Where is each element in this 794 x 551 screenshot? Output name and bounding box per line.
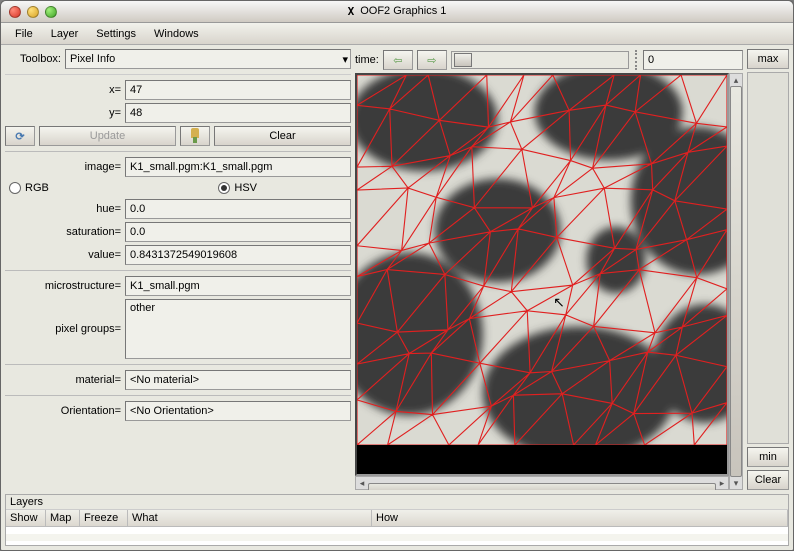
layers-body[interactable]	[6, 527, 788, 545]
menubar: File Layer Settings Windows	[1, 23, 793, 45]
v-scrollbar[interactable]: ▴ ▾	[729, 73, 743, 490]
col-map[interactable]: Map	[46, 510, 80, 526]
main-row: Toolbox: Pixel Info ▾ x= 47 y= 48 ⟳	[5, 49, 789, 490]
toolbox-label: Toolbox:	[5, 53, 61, 65]
menu-layer[interactable]: Layer	[43, 26, 87, 42]
y-label: y=	[5, 107, 121, 119]
update-button[interactable]: Update	[39, 126, 176, 146]
brush-button[interactable]	[180, 126, 210, 146]
x-label: x=	[5, 84, 121, 96]
menu-settings[interactable]: Settings	[88, 26, 144, 42]
menu-file[interactable]: File	[7, 26, 41, 42]
pixel-groups-label: pixel groups=	[5, 299, 121, 335]
time-value[interactable]: 0	[643, 50, 743, 70]
canvas-panel: time: ⇦ ⇨ 0	[355, 49, 743, 490]
canvas[interactable]: ↖	[355, 73, 729, 476]
orientation-label: Orientation=	[5, 405, 121, 417]
brush-icon	[187, 128, 203, 144]
arrow-right-icon: ⇨	[427, 54, 436, 67]
divider	[635, 50, 637, 70]
material-label: material=	[5, 374, 121, 386]
max-button[interactable]: max	[747, 49, 789, 69]
min-button[interactable]: min	[747, 447, 789, 467]
material-field: <No material>	[125, 370, 351, 390]
layers-header: Show Map Freeze What How	[6, 510, 788, 527]
x11-icon: X	[348, 5, 355, 18]
x-field[interactable]: 47	[125, 80, 351, 100]
scroll-right-icon[interactable]: ▸	[716, 477, 728, 489]
microstructure-label: microstructure=	[5, 280, 121, 292]
value-label: value=	[5, 249, 121, 261]
scroll-left-icon[interactable]: ◂	[356, 477, 368, 489]
col-how[interactable]: How	[372, 510, 788, 526]
chevron-down-icon: ▾	[342, 53, 348, 66]
app-window: X OOF2 Graphics 1 File Layer Settings Wi…	[0, 0, 794, 551]
time-controls: time: ⇦ ⇨ 0	[355, 49, 743, 71]
mesh-layer	[357, 75, 727, 445]
clear-button[interactable]: Clear	[214, 126, 351, 146]
refresh-button[interactable]: ⟳	[5, 126, 35, 146]
image-label: image=	[5, 161, 121, 173]
toolbox-panel: Toolbox: Pixel Info ▾ x= 47 y= 48 ⟳	[5, 49, 351, 490]
col-freeze[interactable]: Freeze	[80, 510, 128, 526]
menu-windows[interactable]: Windows	[146, 26, 207, 42]
arrow-left-icon: ⇦	[393, 54, 402, 67]
colorbar	[747, 72, 789, 444]
hue-field: 0.0	[125, 199, 351, 219]
rgb-radio[interactable]: RGB	[9, 182, 49, 194]
orientation-field: <No Orientation>	[125, 401, 351, 421]
layers-title: Layers	[6, 495, 788, 510]
scroll-down-icon[interactable]: ▾	[730, 477, 742, 489]
scroll-up-icon[interactable]: ▴	[730, 74, 742, 86]
hsv-radio[interactable]: HSV	[218, 182, 257, 194]
cursor-icon: ↖	[553, 294, 565, 311]
saturation-field: 0.0	[125, 222, 351, 242]
h-scrollbar[interactable]: ◂ ▸	[355, 476, 729, 490]
hue-label: hue=	[5, 203, 121, 215]
col-show[interactable]: Show	[6, 510, 46, 526]
pixel-groups-field: other	[125, 299, 351, 359]
time-prev-button[interactable]: ⇦	[383, 50, 413, 70]
refresh-icon: ⟳	[15, 130, 24, 143]
image-field: K1_small.pgm:K1_small.pgm	[125, 157, 351, 177]
time-slider[interactable]	[451, 51, 629, 69]
time-label: time:	[355, 54, 379, 66]
microstructure-field: K1_small.pgm	[125, 276, 351, 296]
saturation-label: saturation=	[5, 226, 121, 238]
contour-clear-button[interactable]: Clear	[747, 470, 789, 490]
layers-panel: Layers Show Map Freeze What How	[5, 494, 789, 546]
window-title: X OOF2 Graphics 1	[1, 5, 793, 18]
value-field: 0.8431372549019608	[125, 245, 351, 265]
contour-panel: max min Clear	[747, 49, 789, 490]
content-area: Toolbox: Pixel Info ▾ x= 47 y= 48 ⟳	[1, 45, 793, 550]
slider-thumb[interactable]	[454, 53, 472, 67]
y-field[interactable]: 48	[125, 103, 351, 123]
col-what[interactable]: What	[128, 510, 372, 526]
toolbox-select[interactable]: Pixel Info ▾	[65, 49, 351, 69]
titlebar[interactable]: X OOF2 Graphics 1	[1, 1, 793, 23]
time-next-button[interactable]: ⇨	[417, 50, 447, 70]
